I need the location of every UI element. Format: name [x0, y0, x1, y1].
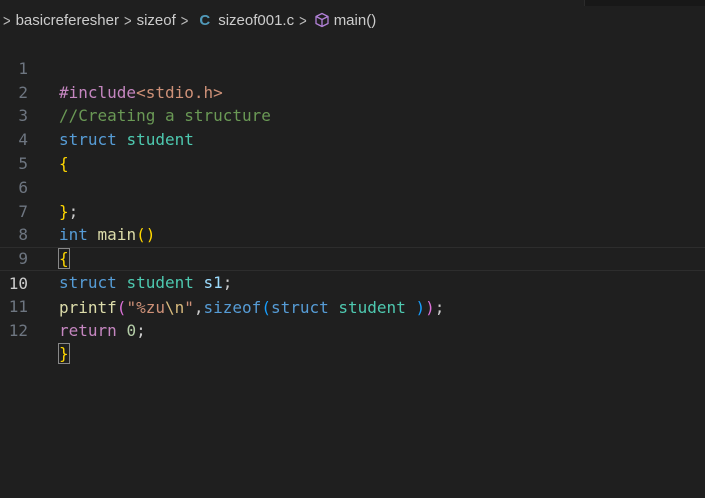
code-line[interactable]: 5 — [0, 128, 705, 173]
token-control-keyword: return — [59, 320, 117, 340]
code-line[interactable]: 4 { — [0, 104, 705, 173]
breadcrumb-folder-sizeof[interactable]: sizeof — [137, 12, 176, 29]
code-line[interactable]: 3 struct student — [0, 81, 705, 149]
chevron-right-icon: > — [180, 11, 189, 29]
breadcrumb-folder-basicreferesher[interactable]: basicreferesher — [16, 12, 119, 29]
code-line-current[interactable]: 10 printf("%zu\n",sizeof(struct student … — [0, 247, 705, 317]
code-text: } — [58, 342, 70, 366]
active-tab-edge — [0, 0, 585, 6]
code-text: return 0; — [59, 319, 146, 343]
code-line[interactable]: 9 struct student s1; — [0, 223, 705, 292]
code-editor[interactable]: 1 #include<stdio.h> 2 //Creating a struc… — [0, 33, 705, 498]
code-line[interactable]: 8 { — [0, 200, 705, 270]
method-cube-icon — [315, 12, 329, 28]
code-line[interactable]: 6 }; — [0, 152, 705, 221]
breadcrumb-symbol[interactable]: main() — [334, 12, 377, 29]
chevron-right-icon: > — [3, 11, 11, 29]
breadcrumb-file[interactable]: sizeof001.c — [218, 12, 294, 29]
tab-strip — [0, 0, 705, 6]
breadcrumb: > basicreferesher > sizeof > C sizeof001… — [0, 9, 376, 31]
code-line[interactable]: 12 } — [0, 295, 705, 365]
code-line[interactable]: 11 return 0; — [0, 271, 705, 340]
code-line[interactable]: 7 int main() — [0, 176, 705, 245]
token-bracket-matched: } — [58, 343, 70, 365]
chevron-right-icon: > — [299, 11, 307, 29]
token-number: 0 — [126, 320, 137, 340]
line-number: 12 — [8, 320, 28, 340]
c-language-icon: C — [199, 11, 211, 29]
chevron-right-icon: > — [123, 11, 132, 29]
code-line[interactable]: 2 //Creating a structure — [0, 57, 705, 126]
token-punctuation: ; — [136, 320, 146, 340]
code-line[interactable]: 1 #include<stdio.h> — [0, 33, 705, 102]
